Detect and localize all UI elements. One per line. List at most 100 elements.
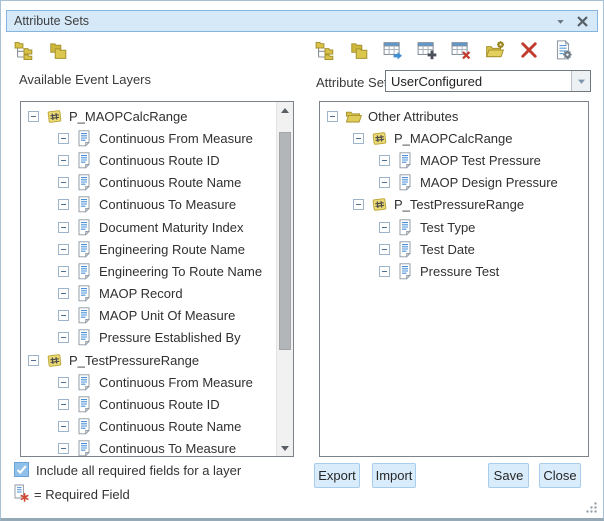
remove-table-button[interactable] <box>450 39 472 61</box>
tree-expander[interactable] <box>353 199 364 210</box>
tree-item[interactable]: MAOP Design Pressure <box>320 172 588 194</box>
attribute-set-properties-button[interactable] <box>552 39 574 61</box>
tree-item-label: P_MAOPCalcRange <box>394 131 513 146</box>
tree-expander[interactable] <box>58 177 69 188</box>
tree-item[interactable]: P_TestPressureRange <box>21 349 276 371</box>
left-toolbar <box>13 39 69 61</box>
tree-expander[interactable] <box>58 222 69 233</box>
tree-expander[interactable] <box>58 377 69 388</box>
attribute-set-label: Attribute Set: <box>316 75 391 90</box>
document-icon <box>76 329 93 346</box>
tree-item[interactable]: Continuous From Measure <box>21 127 276 149</box>
scrollbar-down-button[interactable] <box>277 440 293 456</box>
tree-expander[interactable] <box>58 288 69 299</box>
tree-expander[interactable] <box>327 111 338 122</box>
new-attribute-set-button[interactable] <box>484 39 506 61</box>
tree-expander[interactable] <box>28 355 39 366</box>
tree-expander[interactable] <box>379 155 390 166</box>
available-event-layers-label: Available Event Layers <box>19 72 151 87</box>
expand-attribute-tree-button[interactable] <box>314 39 336 61</box>
save-button[interactable]: Save <box>488 463 529 488</box>
tree-item-label: Document Maturity Index <box>99 220 244 235</box>
tree-expander[interactable] <box>58 310 69 321</box>
attribute-sets-dialog: Attribute Sets Available Event Layers At… <box>0 0 604 521</box>
tree-expander[interactable] <box>58 244 69 255</box>
table-x-icon <box>451 40 471 60</box>
document-icon <box>76 374 93 391</box>
tree-expander[interactable] <box>58 421 69 432</box>
tree-item[interactable]: P_MAOPCalcRange <box>21 105 276 127</box>
tree-expander[interactable] <box>28 111 39 122</box>
open-attribute-folder-button[interactable] <box>348 39 370 61</box>
tree-expander[interactable] <box>58 133 69 144</box>
tree-item-label: Test Date <box>420 242 475 257</box>
tree-item[interactable]: Test Date <box>320 238 588 260</box>
resize-grip[interactable] <box>585 501 598 514</box>
import-button[interactable]: Import <box>372 463 416 488</box>
scrollbar-up-button[interactable] <box>277 102 293 118</box>
tree-expander[interactable] <box>58 332 69 343</box>
close-dialog-button[interactable]: Close <box>539 463 581 488</box>
tree-item[interactable]: Continuous To Measure <box>21 194 276 216</box>
tree-item[interactable]: Continuous From Measure <box>21 371 276 393</box>
tree-item-label: Continuous Route ID <box>99 153 220 168</box>
event-layer-icon <box>371 196 388 213</box>
export-button[interactable]: Export <box>314 463 360 488</box>
tree-expander[interactable] <box>58 443 69 454</box>
close-icon[interactable] <box>574 13 590 29</box>
tree-expander[interactable] <box>58 199 69 210</box>
tree-item[interactable]: Other Attributes <box>320 105 588 127</box>
tree-expander[interactable] <box>379 177 390 188</box>
expand-event-layers-tree-button[interactable] <box>13 39 35 61</box>
tree-expander[interactable] <box>58 399 69 410</box>
tree-item[interactable]: Engineering Route Name <box>21 238 276 260</box>
scrollbar-thumb[interactable] <box>279 132 291 350</box>
tree-expander[interactable] <box>58 266 69 277</box>
scrollbar-track[interactable] <box>276 102 293 456</box>
tree-item-label: Engineering Route Name <box>99 242 245 257</box>
toolbar-row <box>1 39 603 63</box>
tree-item-label: MAOP Record <box>99 286 183 301</box>
red-x-icon <box>519 40 539 60</box>
tree-item[interactable]: Continuous Route Name <box>21 172 276 194</box>
tree-item-label: Engineering To Route Name <box>99 264 262 279</box>
tree-item[interactable]: MAOP Record <box>21 283 276 305</box>
export-table-button[interactable] <box>382 39 404 61</box>
include-required-fields-checkbox[interactable] <box>14 462 29 477</box>
tree-item[interactable]: Pressure Established By <box>21 327 276 349</box>
tree-item-label: MAOP Unit Of Measure <box>99 308 235 323</box>
tree-expander[interactable] <box>379 266 390 277</box>
tree-expander[interactable] <box>379 222 390 233</box>
tree-item[interactable]: MAOP Test Pressure <box>320 149 588 171</box>
add-table-button[interactable] <box>416 39 438 61</box>
document-icon <box>397 263 414 280</box>
tree-item[interactable]: Engineering To Route Name <box>21 260 276 282</box>
attribute-set-dropdown[interactable]: UserConfigured <box>385 70 591 92</box>
include-required-fields-label: Include all required fields for a layer <box>36 463 241 478</box>
tree-item[interactable]: P_TestPressureRange <box>320 194 588 216</box>
tree-item-label: Pressure Established By <box>99 330 241 345</box>
tree-item[interactable]: Continuous To Measure <box>21 438 276 456</box>
document-icon <box>76 174 93 191</box>
tree-item[interactable]: Continuous Route Name <box>21 416 276 438</box>
open-event-layers-folder-button[interactable] <box>47 39 69 61</box>
tree-expander[interactable] <box>379 244 390 255</box>
tree-item-label: MAOP Test Pressure <box>420 153 541 168</box>
tree-item[interactable]: MAOP Unit Of Measure <box>21 305 276 327</box>
document-icon <box>76 130 93 147</box>
dropdown-arrow-button[interactable] <box>571 71 590 91</box>
tree-item[interactable]: Continuous Route ID <box>21 393 276 415</box>
tree-item[interactable]: Document Maturity Index <box>21 216 276 238</box>
delete-attribute-button[interactable] <box>518 39 540 61</box>
tree-expander[interactable] <box>58 155 69 166</box>
tree-item[interactable]: Test Type <box>320 216 588 238</box>
tree-item[interactable]: P_MAOPCalcRange <box>320 127 588 149</box>
tree-item-label: Continuous To Measure <box>99 197 236 212</box>
tree-item-label: Pressure Test <box>420 264 499 279</box>
tree-item-label: Continuous From Measure <box>99 375 253 390</box>
caret-down-icon[interactable] <box>552 13 568 29</box>
tree-item[interactable]: Continuous Route ID <box>21 149 276 171</box>
document-icon <box>397 241 414 258</box>
tree-item[interactable]: Pressure Test <box>320 260 588 282</box>
tree-expander[interactable] <box>353 133 364 144</box>
